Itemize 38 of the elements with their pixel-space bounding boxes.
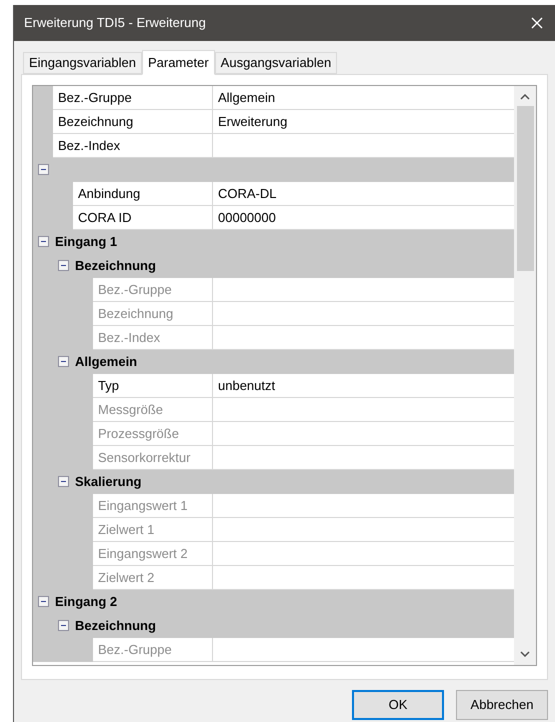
dialog-button[interactable]: OK: [352, 690, 444, 720]
collapse-icon[interactable]: [38, 236, 48, 247]
indent-gutter: [33, 86, 53, 110]
property-name-cell[interactable]: CORA ID: [73, 206, 213, 230]
window-title: Erweiterung TDI5 - Erweiterung: [24, 14, 206, 32]
tab[interactable]: Eingangsvariablen: [23, 52, 142, 74]
scrollbar[interactable]: [514, 86, 536, 665]
category-row[interactable]: Eingang 2: [33, 590, 514, 614]
scroll-down-icon[interactable]: [520, 651, 530, 657]
scroll-thumb[interactable]: [516, 106, 534, 271]
collapse-icon[interactable]: [58, 356, 68, 367]
property-name-cell[interactable]: Bez.-Gruppe: [53, 86, 213, 110]
category-label: Skalierung: [74, 472, 142, 491]
property-name-cell[interactable]: Anbindung: [73, 182, 213, 206]
category-label: Bezeichnung: [74, 616, 156, 635]
category-label: Eingang 1: [54, 232, 118, 251]
close-icon[interactable]: [531, 17, 543, 29]
collapse-icon[interactable]: [38, 596, 48, 607]
collapse-icon[interactable]: [58, 476, 68, 487]
tab[interactable]: Ausgangsvariablen: [214, 52, 338, 74]
category-row[interactable]: Eingang 1: [33, 230, 514, 254]
category-row[interactable]: Bezeichnung: [33, 254, 514, 278]
category-row[interactable]: Bezeichnung: [33, 614, 514, 638]
category-label: Bezeichnung: [74, 256, 156, 275]
category-row[interactable]: Allgemein: [33, 350, 514, 374]
collapse-icon[interactable]: [58, 620, 68, 631]
tab[interactable]: Parameter: [142, 50, 215, 75]
category-row[interactable]: Skalierung: [33, 470, 514, 494]
scroll-up-icon[interactable]: [520, 94, 530, 100]
dialog-button[interactable]: Abbrechen: [456, 690, 548, 720]
property-name-cell[interactable]: Bezeichnung: [53, 110, 213, 134]
property-name-cell[interactable]: Bez.-Index: [53, 134, 213, 158]
category-label: Allgemein: [74, 352, 138, 371]
collapse-icon[interactable]: [58, 260, 68, 271]
collapse-icon[interactable]: [38, 164, 48, 175]
property-name-cell[interactable]: Typ: [93, 374, 213, 398]
indent-gutter: [33, 638, 93, 662]
category-label: Eingang 2: [54, 592, 118, 611]
